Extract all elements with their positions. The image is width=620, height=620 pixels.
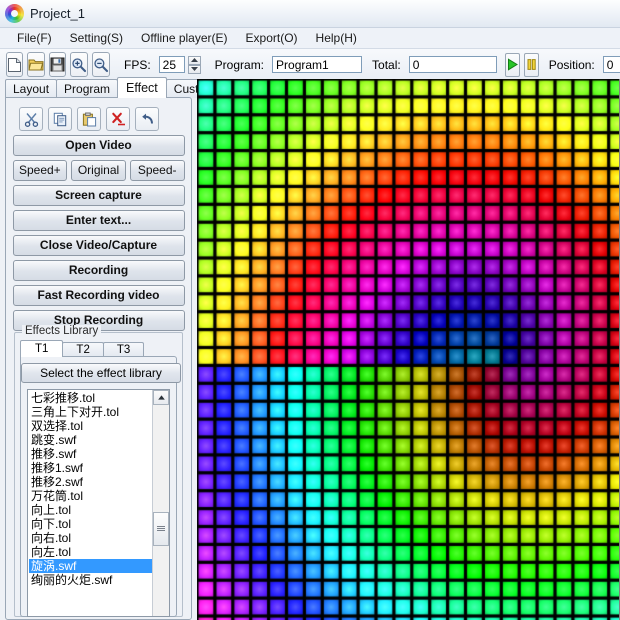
tab-t3[interactable]: T3 (102, 342, 145, 357)
scroll-thumb-grip-icon (157, 526, 165, 532)
speed-button-row: Speed+ Original Speed- (12, 160, 185, 181)
menu-setting[interactable]: Setting(S) (61, 29, 132, 47)
menu-file[interactable]: File(F) (8, 29, 61, 47)
effect-file-list[interactable]: 七彩推移.tol 三角上下对开.tol 双选择.tol 跳变.swf 推移.swf 推移1… (27, 389, 170, 617)
list-item[interactable]: 跳变.swf (29, 433, 152, 447)
menu-export[interactable]: Export(O) (237, 29, 307, 47)
tab-t1[interactable]: T1 (20, 340, 64, 357)
fps-spinner-up[interactable] (187, 55, 201, 65)
program-label: Program: (214, 57, 265, 72)
tab-layout[interactable]: Layout (5, 79, 58, 98)
list-item[interactable]: 向右.tol (29, 531, 152, 545)
paste-icon[interactable] (77, 107, 101, 131)
menu-offline-player[interactable]: Offline player(E) (132, 29, 236, 47)
scrollbar-thumb[interactable] (153, 512, 169, 546)
window-title: Project_1 (30, 6, 85, 21)
list-item[interactable]: 七彩推移.tol (29, 391, 152, 405)
list-item[interactable]: 推移1.swf (29, 461, 152, 475)
menu-bar: File(F) Setting(S) Offline player(E) Exp… (0, 28, 620, 49)
list-item[interactable]: 向上.tol (29, 503, 152, 517)
effects-library-panel: Select the effect library 七彩推移.tol 三角上下对开… (20, 356, 181, 617)
cut-icon[interactable] (19, 107, 43, 131)
recording-button[interactable]: Recording (12, 260, 185, 281)
effect-file-list-items[interactable]: 七彩推移.tol 三角上下对开.tol 双选择.tol 跳变.swf 推移.swf 推移1… (28, 390, 152, 616)
zoom-out-icon[interactable] (92, 52, 110, 77)
list-item[interactable]: 双选择.tol (29, 419, 152, 433)
effect-list-scrollbar[interactable] (152, 390, 169, 616)
fast-recording-video-button[interactable]: Fast Recording video (12, 285, 185, 306)
effects-library-title: Effects Library (22, 325, 102, 337)
main-toolbar: FPS: Program: Total: Position: (0, 49, 620, 81)
edit-toolbar (6, 98, 191, 131)
tab-t2[interactable]: T2 (62, 342, 104, 357)
list-item[interactable]: 旋涡.swf (29, 559, 152, 573)
list-item[interactable]: 推移.swf (29, 447, 152, 461)
close-video-capture-button[interactable]: Close Video/Capture (12, 235, 185, 256)
menu-help[interactable]: Help(H) (307, 29, 366, 47)
total-input[interactable] (408, 56, 497, 73)
original-speed-button[interactable]: Original (71, 160, 126, 181)
new-file-icon[interactable] (6, 52, 23, 77)
delete-icon[interactable] (106, 107, 130, 131)
effect-panel: Open Video Speed+ Original Speed- Screen… (5, 97, 192, 620)
speed-down-button[interactable]: Speed- (129, 160, 185, 181)
open-video-button[interactable]: Open Video (12, 135, 185, 156)
tab-program[interactable]: Program (56, 79, 119, 98)
left-pane: Layout Program Effect Custom Open Video … (0, 77, 224, 620)
list-item[interactable]: 推移2.swf (29, 475, 152, 489)
fps-spinner[interactable] (187, 55, 201, 74)
screen-capture-button[interactable]: Screen capture (12, 185, 185, 206)
list-item[interactable]: 三角上下对开.tol (29, 405, 152, 419)
fps-label: FPS: (124, 57, 151, 72)
pause-button[interactable] (523, 52, 539, 77)
save-disk-icon[interactable] (49, 52, 66, 77)
title-bar: Project_1 (0, 0, 620, 28)
program-input[interactable] (272, 56, 363, 73)
enter-text-button[interactable]: Enter text... (12, 210, 185, 231)
list-item[interactable]: 绚丽的火炬.swf (29, 573, 152, 587)
app-window: Project_1 File(F) Setting(S) Offline pla… (0, 0, 620, 620)
total-label: Total: (372, 57, 401, 72)
position-label: Position: (548, 57, 595, 72)
effects-library-group: Effects Library T1 T2 T3 Select the effe… (14, 325, 183, 617)
list-item[interactable]: 向下.tol (29, 517, 152, 531)
select-effect-library-button[interactable]: Select the effect library (21, 363, 181, 383)
position-input[interactable] (602, 56, 620, 73)
preview-pane[interactable] (197, 79, 620, 620)
open-folder-icon[interactable] (27, 52, 45, 77)
zoom-in-icon[interactable] (70, 52, 88, 77)
rainbow-spiral-logo-icon (5, 4, 24, 23)
tab-effect[interactable]: Effect (117, 77, 167, 98)
undo-icon[interactable] (135, 107, 159, 131)
tab-strip: Layout Program Effect Custom (0, 77, 224, 98)
copy-icon[interactable] (48, 107, 72, 131)
scroll-up-arrow-icon[interactable] (153, 390, 169, 405)
fps-spinner-down[interactable] (187, 64, 201, 74)
main-body: Layout Program Effect Custom Open Video … (0, 77, 620, 620)
list-item[interactable]: 万花筒.tol (29, 489, 152, 503)
fps-input[interactable] (158, 56, 185, 73)
effects-library-tabs: T1 T2 T3 (15, 339, 182, 357)
led-matrix-preview[interactable] (197, 79, 619, 620)
play-button[interactable] (504, 52, 520, 77)
speed-up-button[interactable]: Speed+ (12, 160, 68, 181)
list-item[interactable]: 向左.tol (29, 545, 152, 559)
